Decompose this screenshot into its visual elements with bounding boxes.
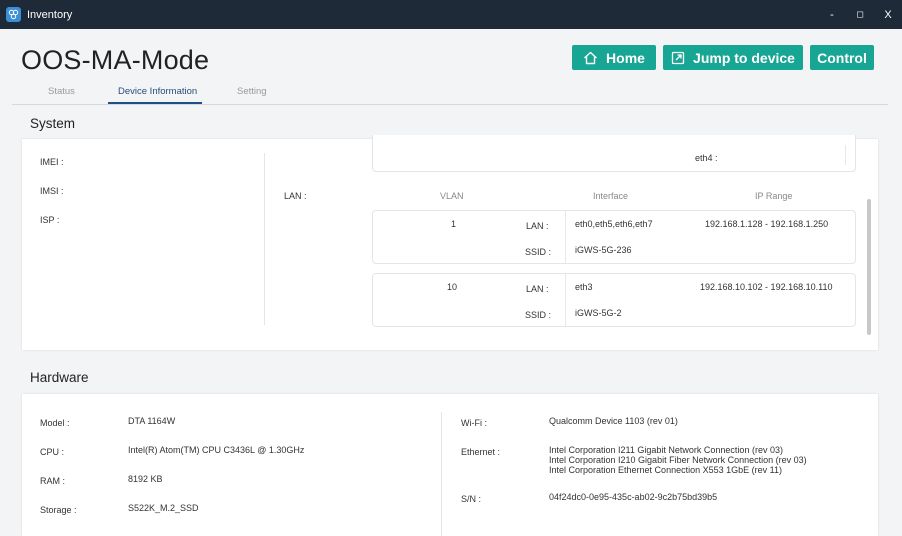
close-button[interactable]: X xyxy=(874,0,902,29)
control-button-label: Control xyxy=(817,49,867,66)
vlan-value: 1 xyxy=(451,219,457,229)
tab-device-information[interactable]: Device Information xyxy=(118,86,197,97)
window-title: Inventory xyxy=(27,8,73,21)
window-titlebar: Inventory - ◻ X xyxy=(0,0,902,29)
ip-range-value: 192.168.10.102 - 192.168.10.110 xyxy=(700,282,833,292)
ethernet-label: Ethernet : xyxy=(461,447,501,457)
vlan-value: 10 xyxy=(447,282,458,292)
hardware-card: Model : DTA 1164W CPU : Intel(R) Atom(TM… xyxy=(22,394,878,536)
home-icon xyxy=(584,51,598,64)
ssid-value: iGWS-5G-2 xyxy=(575,308,622,318)
ethernet-value-line: Intel Corporation I211 Gigabit Network C… xyxy=(549,445,783,455)
home-button[interactable]: Home xyxy=(572,45,656,70)
imei-label: IMEI : xyxy=(40,157,64,167)
system-divider xyxy=(264,153,265,325)
tab-status[interactable]: Status xyxy=(48,86,75,97)
lan-entry-divider xyxy=(565,274,566,326)
jump-to-device-label: Jump to device xyxy=(693,49,795,66)
lan-interface-label: LAN : xyxy=(526,221,549,231)
wifi-value: Qualcomm Device 1103 (rev 01) xyxy=(549,416,678,426)
ram-label: RAM : xyxy=(40,476,66,486)
minimize-button[interactable]: - xyxy=(818,0,846,29)
lan-interface-label: LAN : xyxy=(526,284,549,294)
eth4-label: eth4 : xyxy=(695,153,718,163)
home-button-label: Home xyxy=(606,49,645,66)
jump-to-device-button[interactable]: Jump to device xyxy=(663,45,803,70)
system-card: IMEI : IMSI : ISP : LAN : eth4 : VLAN In… xyxy=(22,135,878,350)
maximize-button[interactable]: ◻ xyxy=(846,0,874,29)
eth4-divider xyxy=(845,145,846,165)
lan-entry-eth4: eth4 : xyxy=(372,135,856,172)
external-link-icon xyxy=(671,51,685,64)
wifi-label: Wi-Fi : xyxy=(461,418,487,428)
hardware-divider xyxy=(441,412,442,536)
model-label: Model : xyxy=(40,418,70,428)
page-title: OOS-MA-Mode xyxy=(21,45,210,75)
lan-label: LAN : xyxy=(284,191,307,201)
cpu-label: CPU : xyxy=(40,447,65,457)
app-logo-icon xyxy=(6,7,21,22)
ethernet-value-line: Intel Corporation Ethernet Connection X5… xyxy=(549,465,782,475)
lan-entry: 10 LAN : eth3 192.168.10.102 - 192.168.1… xyxy=(372,273,856,327)
lan-interface-value: eth0,eth5,eth6,eth7 xyxy=(575,219,653,229)
cpu-value: Intel(R) Atom(TM) CPU C3436L @ 1.30GHz xyxy=(128,445,305,455)
ram-value: 8192 KB xyxy=(128,474,163,484)
ssid-label: SSID : xyxy=(525,310,552,320)
sn-value: 04f24dc0-0e95-435c-ab02-9c2b75bd39b5 xyxy=(549,492,718,502)
lan-scrollbar[interactable] xyxy=(867,199,871,335)
imsi-label: IMSI : xyxy=(40,186,64,196)
ip-range-column-header: IP Range xyxy=(755,191,793,201)
storage-value: S522K_M.2_SSD xyxy=(128,503,199,513)
lan-interface-value: eth3 xyxy=(575,282,593,292)
model-value: DTA 1164W xyxy=(128,416,176,426)
control-button[interactable]: Control xyxy=(810,45,874,70)
storage-label: Storage : xyxy=(40,505,77,515)
isp-label: ISP : xyxy=(40,215,60,225)
tab-setting[interactable]: Setting xyxy=(237,86,267,97)
hardware-section-title: Hardware xyxy=(30,370,89,385)
page-header: OOS-MA-Mode Home Jump to device Control … xyxy=(0,29,902,105)
sn-label: S/N : xyxy=(461,494,482,504)
system-section-title: System xyxy=(30,116,76,131)
ssid-value: iGWS-5G-236 xyxy=(575,245,632,255)
interface-column-header: Interface xyxy=(593,191,629,201)
ssid-label: SSID : xyxy=(525,247,552,257)
tab-bar: Status Device Information Setting xyxy=(0,82,902,105)
lan-entry-divider xyxy=(565,211,566,263)
vlan-column-header: VLAN xyxy=(440,191,464,201)
lan-entry: 1 LAN : eth0,eth5,eth6,eth7 192.168.1.12… xyxy=(372,210,856,264)
ip-range-value: 192.168.1.128 - 192.168.1.250 xyxy=(705,219,829,229)
ethernet-value-line: Intel Corporation I210 Gigabit Fiber Net… xyxy=(549,455,807,465)
tab-divider xyxy=(12,104,888,105)
